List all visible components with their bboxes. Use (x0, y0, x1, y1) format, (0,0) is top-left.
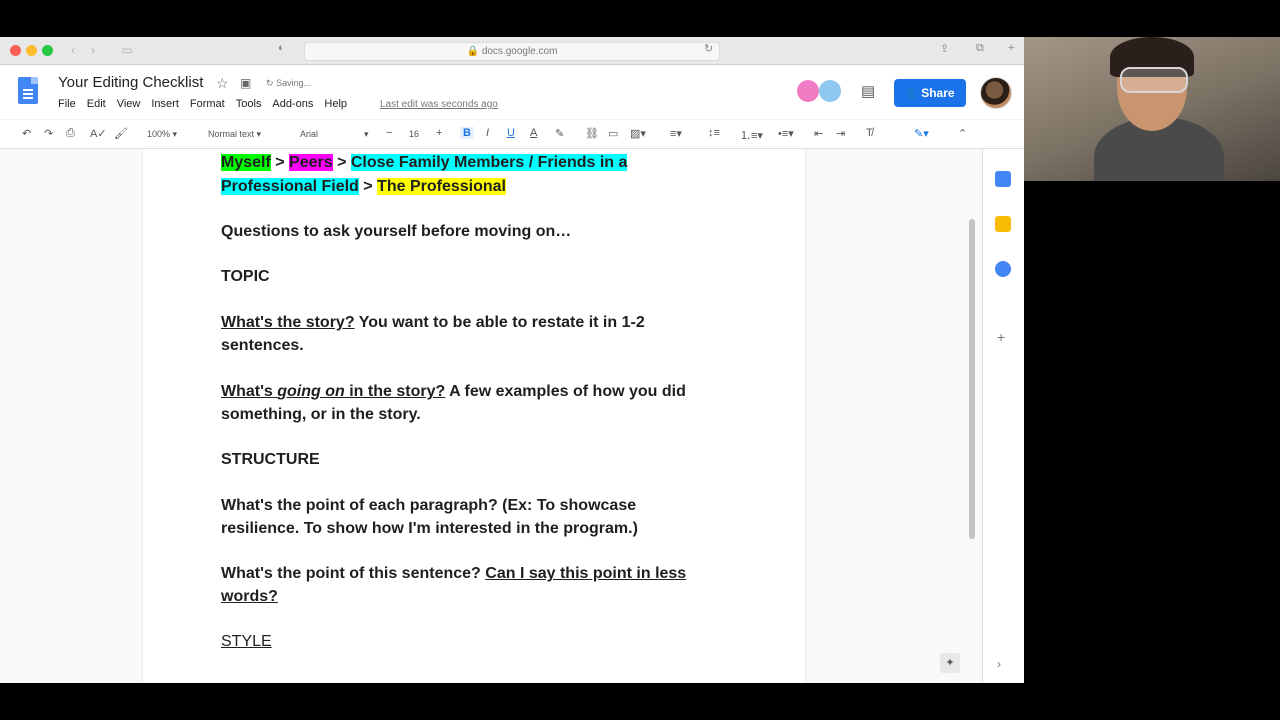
editing-mode-icon[interactable]: ✎▾ (914, 127, 929, 140)
zoom-select[interactable]: 100% ▾ (147, 129, 177, 140)
document-title[interactable]: Your Editing Checklist (58, 74, 203, 91)
share-button[interactable]: 👤 Share (894, 79, 966, 107)
menu-file[interactable]: File (58, 98, 76, 110)
highlight-the-professional: The Professional (377, 178, 506, 195)
sync-icon: ↻ (266, 78, 274, 88)
numbered-list-icon[interactable]: ⒈≡▾ (740, 127, 763, 143)
last-edit-link[interactable]: Last edit was seconds ago (380, 99, 498, 110)
font-select[interactable]: Arial (300, 129, 318, 139)
menu-tools[interactable]: Tools (236, 98, 262, 110)
bulleted-list-icon[interactable]: •≡▾ (778, 127, 794, 140)
increase-indent-icon[interactable]: ⇥ (836, 127, 845, 140)
docs-header: Your Editing Checklist ☆ ▣ ↻ Saving... F… (0, 65, 1024, 119)
address-bar[interactable]: 🔒 docs.google.com (304, 42, 720, 61)
bold-icon[interactable]: B (460, 127, 474, 139)
questions-intro: Questions to ask yourself before moving … (221, 223, 572, 240)
paint-format-icon[interactable]: 🖌 (114, 127, 128, 140)
question-story-line-1: What's the story? You want to be able to… (221, 314, 645, 331)
question-going-on-line-2: something, or in the story. (221, 406, 421, 423)
tabs-icon[interactable]: ⧉ (976, 42, 984, 55)
question-story-line-2: sentences. (221, 337, 304, 354)
question-paragraph-line-2: resilience. To show how I'm interested i… (221, 520, 638, 537)
highlight-icon[interactable]: ✎ (555, 127, 564, 140)
minimize-window-button[interactable] (26, 45, 37, 56)
spellcheck-icon[interactable]: A✓ (90, 127, 107, 140)
user-avatar[interactable] (980, 77, 1012, 109)
calendar-icon[interactable] (995, 171, 1011, 187)
side-panel: + (982, 149, 1024, 683)
highlight-professional-field: Professional Field (221, 178, 359, 195)
question-going-on-line-1: What's going on in the story? A few exam… (221, 383, 686, 400)
comment-history-icon[interactable]: ▤ (861, 82, 875, 100)
webcam-video (1024, 37, 1280, 181)
move-folder-icon[interactable]: ▣ (240, 76, 251, 90)
undo-icon[interactable]: ↶ (22, 127, 31, 140)
collaborator-avatar[interactable] (797, 80, 819, 102)
italic-icon[interactable]: I (486, 127, 489, 139)
zoom-window-button[interactable] (42, 45, 53, 56)
line-spacing-icon[interactable]: ↕≡ (708, 127, 720, 139)
privacy-icon[interactable]: ◐ (278, 42, 285, 54)
menu-addons[interactable]: Add-ons (272, 98, 313, 110)
hierarchy-line-2: Professional Field > The Professional (221, 178, 506, 195)
collaborator-avatar[interactable] (819, 80, 841, 102)
sidebar-icon[interactable]: ▭ (118, 42, 136, 58)
decrease-indent-icon[interactable]: ⇤ (814, 127, 823, 140)
style-select[interactable]: Normal text ▾ (208, 129, 261, 140)
browser-toolbar: ‹ › ▭ ◐ 🔒 docs.google.com ↻ ⇪ ⧉ + (0, 37, 1024, 65)
align-icon[interactable]: ≡▾ (670, 127, 682, 140)
clear-formatting-icon[interactable]: T̸ (866, 127, 873, 139)
new-tab-icon[interactable]: + (1008, 42, 1014, 54)
back-icon[interactable]: ‹ (64, 42, 82, 58)
menu-view[interactable]: View (117, 98, 141, 110)
question-sentence-line-1: What's the point of this sentence? Can I… (221, 565, 687, 582)
topic-heading: TOPIC (221, 268, 270, 285)
star-icon[interactable]: ☆ (216, 75, 229, 92)
comment-icon[interactable]: ▭ (608, 127, 618, 140)
menu-insert[interactable]: Insert (151, 98, 179, 110)
tasks-icon[interactable] (995, 261, 1011, 277)
chevron-down-icon[interactable]: ▾ (364, 129, 369, 140)
saving-status: ↻ Saving... (266, 78, 312, 88)
highlight-myself: Myself (221, 154, 271, 171)
menu-format[interactable]: Format (190, 98, 225, 110)
chevron-right-icon[interactable]: › (997, 657, 1001, 671)
url-text: docs.google.com (481, 46, 558, 57)
link-icon[interactable]: ⛓ (585, 127, 599, 140)
menu-help[interactable]: Help (324, 98, 347, 110)
increase-font-icon[interactable]: + (436, 127, 442, 139)
formatting-toolbar: ↶ ↷ ⎙ A✓ 🖌 100% ▾ Normal text ▾ Arial ▾ … (0, 120, 1024, 149)
hierarchy-line-1: Myself > Peers > Close Family Members / … (221, 154, 628, 171)
highlight-peers: Peers (289, 154, 333, 171)
lock-icon: 👤 (905, 89, 918, 100)
close-window-button[interactable] (10, 45, 21, 56)
docs-logo-icon[interactable] (18, 77, 38, 104)
keep-icon[interactable] (995, 216, 1011, 232)
add-ons-plus-icon[interactable]: + (997, 329, 1005, 345)
font-size-input[interactable]: 16 (409, 129, 419, 139)
underline-icon[interactable]: U (507, 127, 515, 139)
structure-heading: STRUCTURE (221, 451, 320, 468)
print-icon[interactable]: ⎙ (66, 127, 75, 140)
menu-bar: File Edit View Insert Format Tools Add-o… (58, 98, 347, 110)
highlight-close-family: Close Family Members / Friends in a (350, 154, 628, 171)
browser-window: ‹ › ▭ ◐ 🔒 docs.google.com ↻ ⇪ ⧉ + Your E… (0, 37, 1024, 683)
explore-button[interactable]: ✦ (940, 653, 960, 673)
decrease-font-icon[interactable]: − (386, 127, 392, 139)
hide-menus-icon[interactable]: ⌃ (958, 127, 967, 140)
text-color-icon[interactable]: A (530, 127, 537, 139)
menu-edit[interactable]: Edit (87, 98, 106, 110)
scrollbar[interactable] (969, 219, 975, 539)
question-sentence-line-2: words? (221, 588, 278, 605)
share-page-icon[interactable]: ⇪ (940, 42, 949, 55)
redo-icon[interactable]: ↷ (44, 127, 53, 140)
style-heading: STYLE (221, 633, 272, 650)
lock-icon: 🔒 (466, 46, 480, 57)
forward-icon[interactable]: › (84, 42, 102, 58)
reload-icon[interactable]: ↻ (704, 42, 713, 55)
image-icon[interactable]: ▨▾ (630, 127, 646, 140)
webcam-person-glasses (1120, 67, 1188, 93)
question-paragraph-line-1: What's the point of each paragraph? (Ex:… (221, 497, 637, 514)
